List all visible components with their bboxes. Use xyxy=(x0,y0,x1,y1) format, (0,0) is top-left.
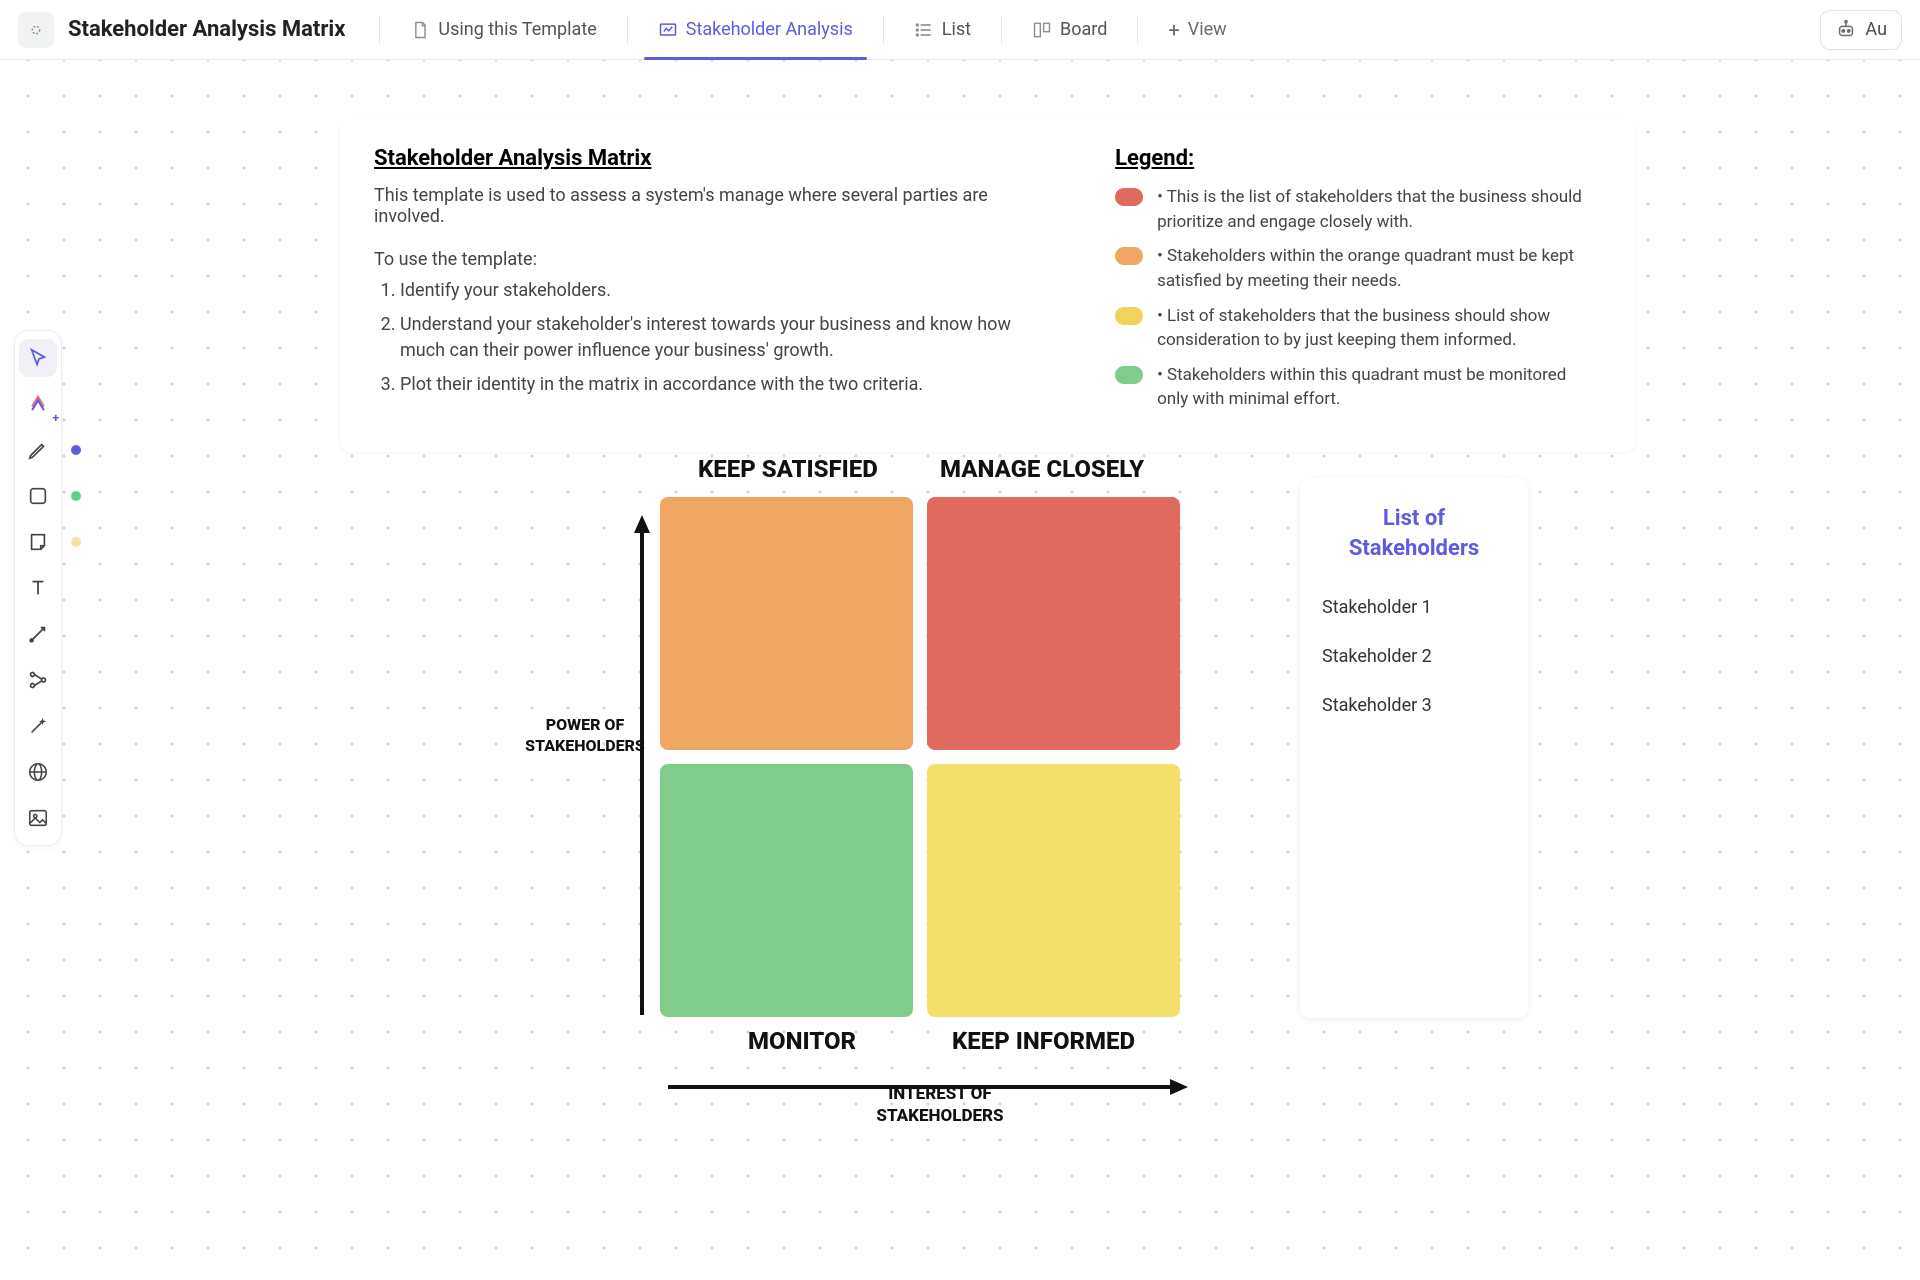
info-howto-label: To use the template: xyxy=(374,249,1045,270)
divider xyxy=(379,16,380,44)
info-step: Identify your stakeholders. xyxy=(400,278,1045,304)
add-view-label: View xyxy=(1188,19,1227,40)
ai-button-label: Au xyxy=(1865,19,1887,40)
info-panel-legend: Legend: This is the list of stakeholders… xyxy=(1115,146,1601,422)
top-bar: Stakeholder Analysis Matrix Using this T… xyxy=(0,0,1920,60)
info-title: Stakeholder Analysis Matrix xyxy=(374,146,1045,171)
info-description: This template is used to assess a system… xyxy=(374,185,1045,227)
view-tab-label: Board xyxy=(1060,19,1107,40)
connector-tool[interactable] xyxy=(19,615,57,653)
quadrant-label-monitor: MONITOR xyxy=(748,1027,856,1055)
shape-color-dot xyxy=(71,491,81,501)
view-tab-label: Using this Template xyxy=(438,19,596,40)
divider xyxy=(1137,16,1138,44)
board-icon xyxy=(1032,20,1052,40)
y-axis-arrow-icon xyxy=(630,515,654,1015)
legend-swatch-orange xyxy=(1115,247,1143,265)
list-icon xyxy=(914,20,934,40)
stakeholder-list-panel[interactable]: List of Stakeholders Stakeholder 1 Stake… xyxy=(1300,478,1528,1018)
whiteboard-canvas-wrap: + xyxy=(0,60,1920,1280)
tool-rail: + xyxy=(14,330,62,846)
shape-tool[interactable] xyxy=(19,477,57,515)
legend-swatch-green xyxy=(1115,366,1143,384)
doc-icon xyxy=(410,20,430,40)
view-tab-stakeholder-analysis[interactable]: Stakeholder Analysis xyxy=(644,1,867,59)
image-tool[interactable] xyxy=(19,799,57,837)
matrix-area[interactable]: KEEP SATISFIED MANAGE CLOSELY MONITOR KE… xyxy=(520,455,1280,1135)
whiteboard-icon xyxy=(658,20,678,40)
view-tab-label: Stakeholder Analysis xyxy=(686,19,853,40)
select-tool[interactable] xyxy=(19,339,57,377)
divider xyxy=(1001,16,1002,44)
divider xyxy=(627,16,628,44)
info-step: Plot their identity in the matrix in acc… xyxy=(400,372,1045,398)
info-steps-list: Identify your stakeholders. Understand y… xyxy=(374,278,1045,398)
quadrant-keep-informed[interactable] xyxy=(927,764,1180,1017)
web-tool[interactable] xyxy=(19,753,57,791)
view-tab-list[interactable]: List xyxy=(900,1,985,59)
legend-swatch-yellow xyxy=(1115,307,1143,325)
quadrant-keep-satisfied[interactable] xyxy=(660,497,913,750)
stakeholder-item[interactable]: Stakeholder 1 xyxy=(1322,597,1506,618)
ai-button[interactable]: Au xyxy=(1820,10,1902,50)
divider xyxy=(883,16,884,44)
pen-tool[interactable] xyxy=(19,431,57,469)
legend-text: This is the list of stakeholders that th… xyxy=(1157,185,1601,234)
whiteboard-canvas[interactable]: + xyxy=(0,60,1920,1280)
sticky-note-tool[interactable] xyxy=(19,523,57,561)
quadrant-label-keep-informed: KEEP INFORMED xyxy=(952,1027,1135,1055)
pen-color-dot xyxy=(71,445,81,455)
legend-text: Stakeholders within the orange quadrant … xyxy=(1157,244,1601,293)
magic-tool[interactable] xyxy=(19,707,57,745)
workspace-icon[interactable] xyxy=(18,12,54,48)
stakeholder-list-title: List of Stakeholders xyxy=(1322,504,1506,563)
matrix-quadrants xyxy=(660,497,1180,1017)
x-axis-arrow-icon xyxy=(668,1075,1188,1099)
quadrant-monitor[interactable] xyxy=(660,764,913,1017)
relationship-tool[interactable] xyxy=(19,661,57,699)
quadrant-label-manage-closely: MANAGE CLOSELY xyxy=(940,455,1144,483)
stakeholder-item[interactable]: Stakeholder 2 xyxy=(1322,646,1506,667)
plus-icon: + xyxy=(1168,18,1179,42)
legend-text: Stakeholders within this quadrant must b… xyxy=(1157,363,1601,412)
view-tab-board[interactable]: Board xyxy=(1018,1,1121,59)
robot-icon xyxy=(1835,19,1857,41)
legend-item-orange: Stakeholders within the orange quadrant … xyxy=(1115,244,1601,293)
quadrant-manage-closely[interactable] xyxy=(927,497,1180,750)
add-view-button[interactable]: + View xyxy=(1154,18,1240,42)
view-tab-using-template[interactable]: Using this Template xyxy=(396,1,610,59)
legend-title: Legend: xyxy=(1115,146,1601,171)
info-panel[interactable]: Stakeholder Analysis Matrix This templat… xyxy=(340,120,1635,452)
sticky-color-dot xyxy=(71,537,81,547)
legend-item-green: Stakeholders within this quadrant must b… xyxy=(1115,363,1601,412)
page-title[interactable]: Stakeholder Analysis Matrix xyxy=(68,17,345,42)
legend-item-red: This is the list of stakeholders that th… xyxy=(1115,185,1601,234)
info-step: Understand your stakeholder's interest t… xyxy=(400,312,1045,364)
legend-swatch-red xyxy=(1115,188,1143,206)
legend-text: List of stakeholders that the business s… xyxy=(1157,304,1601,353)
legend-item-yellow: List of stakeholders that the business s… xyxy=(1115,304,1601,353)
quadrant-label-keep-satisfied: KEEP SATISFIED xyxy=(698,455,878,483)
ai-tool[interactable]: + xyxy=(19,385,57,423)
stakeholder-item[interactable]: Stakeholder 3 xyxy=(1322,695,1506,716)
view-tab-label: List xyxy=(942,19,971,40)
info-panel-description: Stakeholder Analysis Matrix This templat… xyxy=(374,146,1045,422)
text-tool[interactable] xyxy=(19,569,57,607)
